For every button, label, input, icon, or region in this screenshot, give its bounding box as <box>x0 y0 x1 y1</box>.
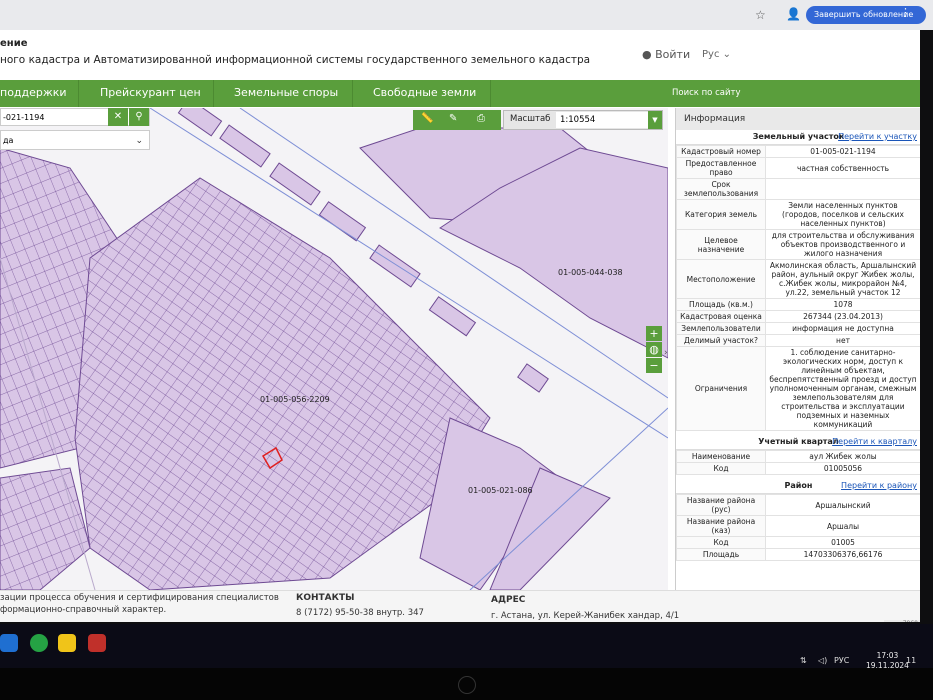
land-section-heading: Земельный участок Перейти к участку <box>676 130 920 145</box>
site-title: ение <box>0 38 28 49</box>
table-row: Категория земель Земли населенных пунктов… <box>676 199 920 230</box>
ruler-icon[interactable]: 📏 <box>421 113 433 124</box>
map-canvas[interactable] <box>0 108 668 590</box>
parcel-label: 01-005-044-038 <box>558 268 623 277</box>
map-tools: 📏 ✎ ⎙ <box>413 110 501 130</box>
address-text: г. Астана, ул. Керей-Жанибек хандар, 4/1 <box>491 611 680 621</box>
zoom-in-icon[interactable]: + <box>646 326 662 341</box>
parcel-label: 01-005-056-2209 <box>260 395 330 404</box>
notification-icon[interactable]: 11 <box>906 656 916 665</box>
contacts-phone: 8 (7172) 95-50-38 внутр. 347 <box>296 608 424 618</box>
web-page: ение ного кадастра и Автоматизированной … <box>0 30 920 622</box>
address-heading: АДРЕС <box>491 595 526 605</box>
pencil-icon[interactable]: ✎ <box>449 113 457 124</box>
browser-toolbar: ☆ 👤 Завершить обновление ⋮ <box>0 0 933 30</box>
screen: ☆ 👤 Завершить обновление ⋮ ение ного кад… <box>0 0 933 700</box>
table-row: Код 01005056 <box>676 462 920 475</box>
table-row: Наименование аул Жибек жолы <box>676 450 920 463</box>
nav-divider <box>490 80 491 107</box>
language-selector[interactable]: Рус ⌄ <box>702 49 731 60</box>
site-footer: зации процесса обучения и сертифицирован… <box>0 590 920 622</box>
quarter-table: Наименование аул Жибек жолы Код 01005056 <box>676 450 920 475</box>
table-row: Код 01005 <box>676 536 920 549</box>
go-to-district-link[interactable]: Перейти к району <box>841 479 917 493</box>
table-row: Предоставленное право частная собственнос… <box>676 157 920 179</box>
info-panel: Информация Земельный участок Перейти к уч… <box>675 108 920 590</box>
go-to-quarter-link[interactable]: Перейти к кварталу <box>832 435 917 449</box>
app-icon-red[interactable] <box>88 634 106 652</box>
user-circle-icon: ● <box>642 48 652 61</box>
footer-about-2: формационно-справочный характер. <box>0 605 167 615</box>
scale-label: Масштаб <box>510 114 551 124</box>
chevron-down-icon[interactable]: ▼ <box>648 111 662 129</box>
site-subtitle: ного кадастра и Автоматизированной инфор… <box>0 54 591 66</box>
nav-divider <box>352 80 353 107</box>
table-row: Целевое назначение для строительства и об… <box>676 229 920 260</box>
app-icon[interactable] <box>58 634 76 652</box>
table-row: Название района (рус) Аршалынский <box>676 494 920 516</box>
hp-logo-icon <box>458 676 476 694</box>
zoom-out-icon[interactable]: − <box>646 358 662 373</box>
clear-icon[interactable]: ✕ <box>108 108 128 126</box>
whatsapp-icon[interactable] <box>30 634 48 652</box>
land-table: Кадастровый номер 01-005-021-1194 Предост… <box>676 145 920 431</box>
visitor-counter: 79602118 <box>884 620 920 622</box>
bookmark-star-icon[interactable]: ☆ <box>755 8 766 22</box>
table-row: Ограничения 1. соблюдение санитарно-эколо… <box>676 346 920 431</box>
table-row: Землепользователи информация не доступна <box>676 322 920 335</box>
main-nav: поддержки Прейскурант цен Земельные спор… <box>0 80 920 107</box>
search-icon[interactable]: ⚲ <box>129 108 149 126</box>
parcel-label: 01-005-021-086 <box>468 486 533 495</box>
site-search-link[interactable]: Поиск по сайту <box>672 88 740 98</box>
site-header: ение ного кадастра и Автоматизированной … <box>0 30 920 80</box>
table-row: Кадастровый номер 01-005-021-1194 <box>676 145 920 158</box>
outlook-icon[interactable] <box>0 634 18 652</box>
quarter-section-heading: Учетный квартал Перейти к кварталу <box>676 435 920 450</box>
table-row: Название района (каз) Аршалы <box>676 515 920 537</box>
taskbar: ⇅ ◁) РУС 17:03 19.11.2024 11 <box>0 624 933 670</box>
nav-item-support[interactable]: поддержки <box>0 86 67 99</box>
profile-icon[interactable]: 👤 <box>786 7 801 21</box>
nav-item-prices[interactable]: Прейскурант цен <box>100 86 201 99</box>
nav-item-free-land[interactable]: Свободные земли <box>373 86 476 99</box>
table-row: Срок землепользования <box>676 178 920 200</box>
footer-about: зации процесса обучения и сертифицирован… <box>0 593 279 603</box>
table-row: Площадь 14703306376,66176 <box>676 548 920 561</box>
login-link[interactable]: ● Войти <box>642 48 690 61</box>
network-icon[interactable]: ⇅ <box>800 656 807 665</box>
go-to-parcel-link[interactable]: Перейти к участку <box>838 130 917 144</box>
layer-select[interactable]: да ⌄ <box>0 130 150 150</box>
contacts-heading: КОНТАКТЫ <box>296 593 355 603</box>
nav-divider <box>213 80 214 107</box>
district-table: Название района (рус) Аршалынский Названи… <box>676 494 920 561</box>
table-row: Площадь (кв.м.) 1078 <box>676 298 920 311</box>
nav-divider <box>78 80 79 107</box>
table-row: Местоположение Акмолинская область, Аршал… <box>676 259 920 299</box>
zoom-controls: + ◍ − <box>646 326 662 374</box>
cadastral-map[interactable]: -021-1194 ✕ ⚲ да ⌄ 📏 ✎ ⎙ Масштаб 1:10554 … <box>0 108 668 590</box>
monitor-bezel <box>0 668 933 700</box>
chevron-right-icon[interactable]: › <box>664 348 668 358</box>
menu-icon[interactable]: ⋮ <box>900 6 911 19</box>
table-row: Кадастровая оценка 267344 (23.04.2013) <box>676 310 920 323</box>
chevron-down-icon: ⌄ <box>722 49 732 60</box>
print-icon[interactable]: ⎙ <box>477 113 485 124</box>
table-row: Делимый участок? нет <box>676 334 920 347</box>
scale-input[interactable]: 1:10554 <box>556 112 648 128</box>
chevron-down-icon: ⌄ <box>135 136 143 146</box>
info-panel-title: Информация <box>676 108 920 130</box>
language-indicator[interactable]: РУС <box>834 656 849 665</box>
nav-item-land-disputes[interactable]: Земельные споры <box>234 86 338 99</box>
scale-control: Масштаб 1:10554 ▼ <box>503 110 663 130</box>
volume-icon[interactable]: ◁) <box>818 656 827 665</box>
district-section-heading: Район Перейти к району <box>676 479 920 494</box>
globe-icon[interactable]: ◍ <box>646 342 662 357</box>
